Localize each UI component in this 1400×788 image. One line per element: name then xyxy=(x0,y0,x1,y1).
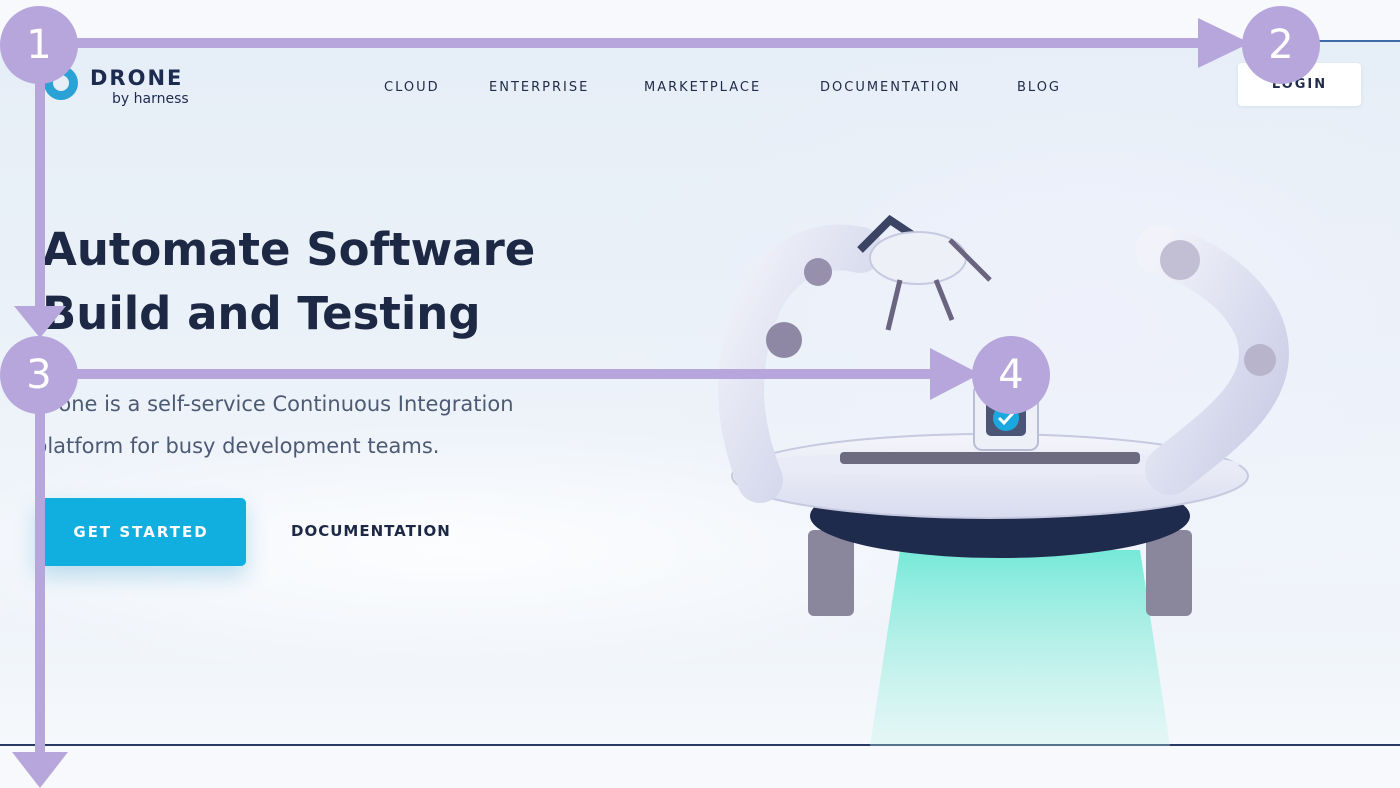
step-marker-3: 3 xyxy=(0,336,78,414)
left-leg xyxy=(808,530,854,616)
subtext-line-1: Drone is a self-service Continuous Integ… xyxy=(34,392,514,416)
documentation-link[interactable]: DOCUMENTATION xyxy=(291,522,451,540)
main-nav: CLOUD ENTERPRISE MARKETPLACE DOCUMENTATI… xyxy=(0,80,1400,100)
page: DRONE by harness CLOUD ENTERPRISE MARKET… xyxy=(0,0,1400,788)
robot-platform-illustration xyxy=(718,214,1289,746)
step-marker-2: 2 xyxy=(1242,6,1320,84)
nav-item-documentation[interactable]: DOCUMENTATION xyxy=(820,80,961,95)
nav-item-cloud[interactable]: CLOUD xyxy=(384,80,440,95)
step-marker-1: 1 xyxy=(0,6,78,84)
nav-item-enterprise[interactable]: ENTERPRISE xyxy=(489,80,589,95)
right-leg xyxy=(1146,530,1192,616)
hero-subtext: Drone is a self-service Continuous Integ… xyxy=(34,383,594,467)
get-started-button[interactable]: GET STARTED xyxy=(36,498,246,566)
step-marker-4: 4 xyxy=(972,336,1050,414)
nav-item-blog[interactable]: BLOG xyxy=(1017,80,1061,95)
subtext-line-2: platform for busy development teams. xyxy=(34,434,440,458)
nav-item-marketplace[interactable]: MARKETPLACE xyxy=(644,80,761,95)
headline-line-1: Automate Software xyxy=(42,223,536,276)
headline-line-2: Build and Testing xyxy=(42,287,481,340)
arrowhead-down-2 xyxy=(12,752,68,788)
hero-headline: Automate Software Build and Testing xyxy=(42,218,662,346)
light-beam xyxy=(870,550,1170,746)
